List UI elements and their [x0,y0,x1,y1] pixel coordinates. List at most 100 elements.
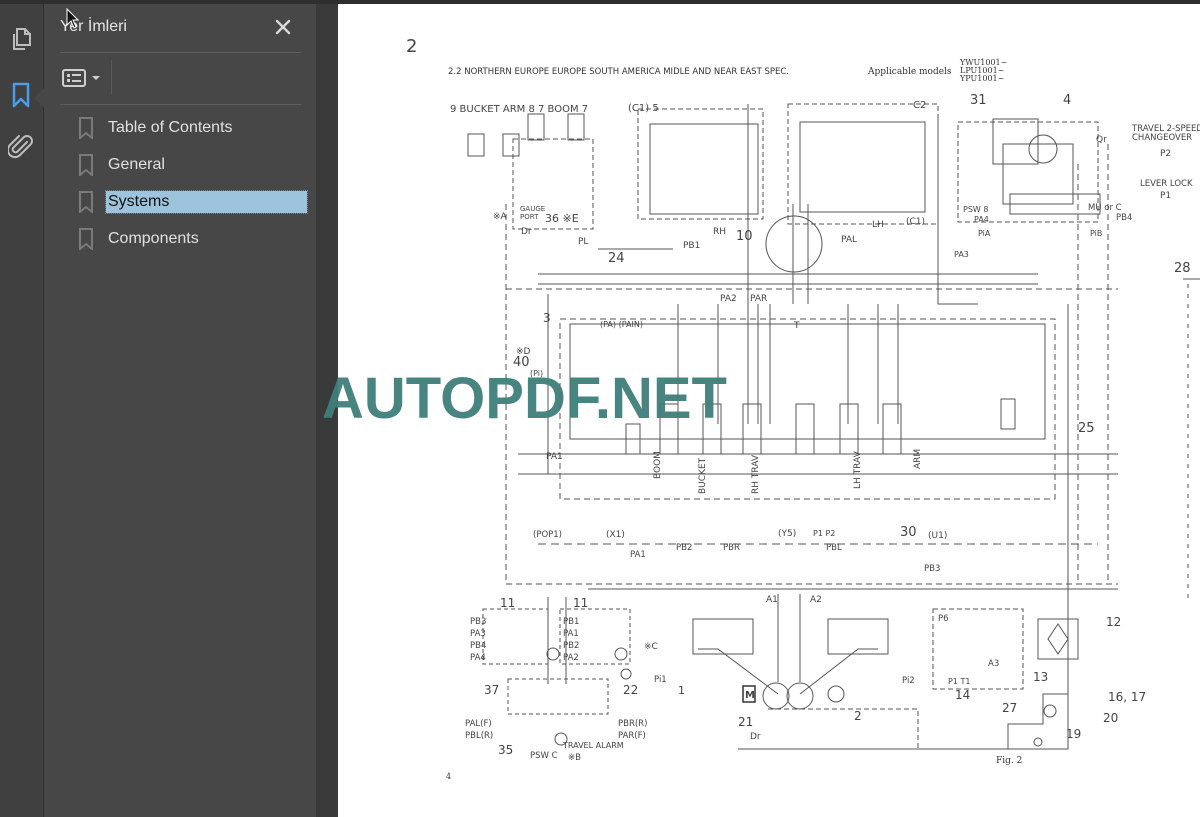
bookmark-label: General [108,156,165,173]
hydraulic-schematic: 9 BUCKET ARM 8 7 BOOM 7 (C1) 5 C2 31 4 T… [450,93,1200,763]
label-pb2: PB2 [676,543,692,553]
port-label: PB2 [563,641,579,651]
label-pbr-r: PBR(R) [618,719,647,729]
label-pa-pain: (PA) (PAIN) [600,320,643,329]
label-2: 2 [854,709,862,723]
label-pi1: Pi1 [654,675,667,685]
label-dr: Dr [521,227,532,237]
label-y5: (Y5) [778,529,796,539]
bookmarks-button[interactable] [6,80,36,110]
label-16-17: 16, 17 [1108,690,1146,704]
label-25: 25 [1078,421,1095,436]
label-11-left: 11 [500,596,515,610]
label-19: 19 [1066,727,1081,741]
bookmark-item-general[interactable]: General [78,153,167,177]
label-20: 20 [1103,711,1118,725]
label-p1-t1: P1 T1 [948,677,970,686]
label-c2: C2 [913,100,926,111]
label-xb: ※B [568,753,581,763]
label-pib: PiB [1090,229,1102,238]
label-pia: PiA [978,229,991,238]
port-label: PB4 [470,641,486,651]
page-thumbnails-button[interactable] [6,24,36,54]
port-label: PA3 [470,629,486,639]
figure-caption: Fig. 2 [996,756,1023,766]
label-t: T [793,321,800,331]
bookmark-label: Components [108,230,199,247]
paperclip-icon [8,135,33,159]
label-pbl-r: PBL(R) [465,731,493,741]
label-par-f: PAR(F) [618,731,646,741]
label-pa3: PA3 [954,250,969,259]
bookmark-item-components[interactable]: Components [78,227,201,251]
label-p1: P1 [1160,191,1171,201]
pages-icon [13,28,31,50]
label-c1-5: (C1) 5 [628,103,659,114]
bookmark-icon [79,228,93,250]
label-pi2: Pi2 [902,676,915,686]
label-pl: PL [578,237,588,247]
label-pal-f: PAL(F) [465,719,492,729]
panel-resize-gutter[interactable] [316,4,338,817]
label-bucket: BUCKET [698,457,708,494]
label-pa1b: PA1 [630,550,646,560]
label-13: 13 [1033,670,1048,684]
label-lever-lock: LEVER LOCK [1140,179,1193,189]
label-37: 37 [484,683,499,697]
label-4: 4 [1063,93,1071,108]
label-p6: P6 [938,614,949,624]
mouse-cursor-icon [66,8,80,29]
label-a1: A1 [766,595,778,605]
label-11-mid: 11 [573,596,588,610]
bookmark-icon [79,117,93,139]
attachments-button[interactable] [6,132,36,162]
label-pbl: PBL [826,543,842,553]
label-36e: 36 ※E [545,212,579,225]
label-gauge: GAUGE [520,205,545,213]
panel-divider [60,52,301,53]
label-boom: BOOM [653,451,663,479]
port-label: PB1 [563,617,579,627]
label-24: 24 [608,251,625,266]
label-arm: ARM [913,449,923,469]
label-xa: ※A [493,212,508,222]
label-35: 35 [498,743,513,757]
label-28: 28 [1174,261,1191,276]
label-pb4: PB4 [1116,213,1132,223]
bookmark-options-button[interactable] [62,64,104,92]
toolbar-separator [111,60,112,94]
bookmark-label: Table of Contents [108,119,233,136]
close-panel-button[interactable] [272,16,294,38]
label-c1b: (C1) [906,217,925,227]
label-bucket-arm-boom: 9 BUCKET ARM 8 7 BOOM 7 [450,104,588,115]
label-pbr: PBR [723,543,740,553]
label-p2: P2 [1160,149,1171,159]
label-travel-alarm: TRAVEL ALARM [562,741,624,750]
label-27: 27 [1002,701,1017,715]
label-pop1: (POP1) [533,530,562,540]
bookmark-options-icon [62,69,86,87]
label-pi: (Pi) [530,369,543,378]
label-pa2: PA2 [720,294,737,304]
label-rh: RH [713,227,726,237]
label-x1: (X1) [606,530,625,540]
label-pa4: PA4 [974,215,989,224]
label-a2: A2 [810,595,822,605]
label-rh-trav: RH TRAV [751,454,761,494]
label-40: 40 [513,355,530,370]
bookmark-item-systems[interactable]: Systems [78,190,308,214]
bookmark-label: Systems [105,190,308,214]
label-qr: Qr [1096,135,1107,145]
label-pb1: PB1 [683,241,700,251]
label-22: 22 [623,683,638,697]
label-14: 14 [955,688,970,702]
document-page: 2 2.2 NORTHERN EUROPE EUROPE SOUTH AMERI… [338,4,1200,817]
bookmark-item-table-of-contents[interactable]: Table of Contents [78,116,235,140]
label-psw8: PSW 8 [963,205,988,214]
label-u1: (U1) [928,531,947,541]
label-xc: ※C [644,642,658,652]
label-21: 21 [738,715,753,729]
label-mu-or-c: MU or C [1088,203,1122,213]
close-icon [275,19,291,35]
chevron-down-icon [92,76,100,80]
